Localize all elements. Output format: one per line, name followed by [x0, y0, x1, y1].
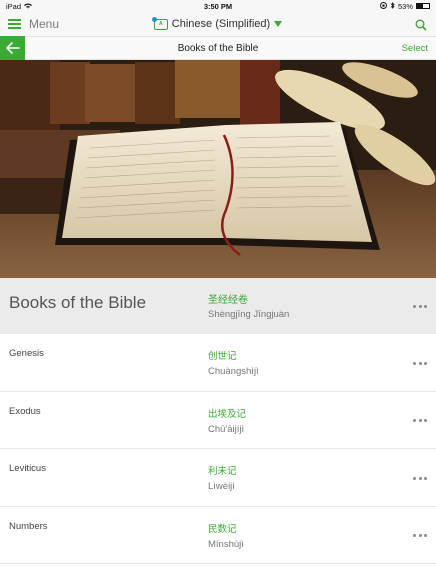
list-item[interactable]: Genesis 创世记 Chuàngshìjì [0, 334, 436, 392]
rotation-lock-icon [380, 1, 387, 11]
back-arrow-icon [5, 42, 20, 54]
status-bar: iPad 3:50 PM 53% [0, 0, 436, 12]
list-item[interactable]: Exodus 出埃及记 Chū'āijíjì [0, 391, 436, 449]
book-name-en: Exodus [9, 405, 41, 417]
bluetooth-icon [390, 1, 395, 11]
nav-bar: Books of the Bible Select [0, 36, 436, 60]
menu-label: Menu [29, 17, 60, 31]
more-icon[interactable] [413, 418, 427, 424]
book-name-en: Numbers [9, 520, 48, 532]
top-bar: Menu A Chinese (Simplified) [0, 12, 436, 36]
list-item[interactable]: Numbers 民数记 Mínshùjì [0, 506, 436, 564]
select-button[interactable]: Select [402, 43, 428, 54]
book-name-zh[interactable]: 出埃及记 [208, 406, 246, 420]
hamburger-icon [8, 19, 21, 29]
hero-image [0, 60, 436, 278]
back-button[interactable] [0, 36, 25, 60]
header-title-zh[interactable]: 圣经经卷 [208, 291, 248, 306]
wifi-icon [24, 2, 33, 11]
search-icon[interactable] [415, 18, 427, 31]
language-selector[interactable]: Chinese (Simplified) [172, 18, 270, 30]
books-header: Books of the Bible 圣经经卷 Shèngjīng Jīngju… [0, 278, 436, 334]
more-icon[interactable] [413, 533, 427, 539]
header-title-pinyin: Shèngjīng Jīngjuàn [208, 309, 290, 320]
status-time: 3:50 PM [203, 1, 233, 11]
language-icon: A [151, 16, 168, 30]
book-name-pinyin: Mínshùjì [208, 538, 244, 550]
language-selector-wrap: A Chinese (Simplified) [0, 12, 436, 36]
battery-icon [416, 3, 430, 9]
device-name: iPad [6, 1, 22, 11]
book-name-en: Leviticus [9, 463, 46, 474]
header-title-en: Books of the Bible [9, 293, 147, 312]
book-list: Genesis 创世记 Chuàngshìjì Exodus 出埃及记 Chū'… [0, 334, 436, 564]
list-item[interactable]: Leviticus 利未记 Lìwèijì [0, 449, 436, 507]
more-icon[interactable] [413, 475, 427, 481]
more-icon[interactable] [413, 360, 427, 366]
book-name-zh[interactable]: 民数记 [208, 521, 237, 535]
caret-down-icon[interactable] [274, 21, 283, 27]
book-name-pinyin: Chū'āijíjì [208, 423, 245, 435]
status-right: 53% [380, 2, 430, 11]
more-icon[interactable] [413, 303, 427, 309]
book-name-zh[interactable]: 创世记 [208, 348, 237, 362]
battery-percent: 53% [397, 1, 413, 11]
book-name-pinyin: Chuàngshìjì [208, 366, 259, 377]
status-left: iPad [6, 1, 33, 11]
menu-button[interactable]: Menu [8, 17, 59, 31]
book-name-zh[interactable]: 利未记 [208, 463, 237, 477]
book-name-en: Genesis [9, 348, 44, 359]
page-title: Books of the Bible [177, 42, 259, 54]
book-name-pinyin: Lìwèijì [208, 481, 235, 492]
